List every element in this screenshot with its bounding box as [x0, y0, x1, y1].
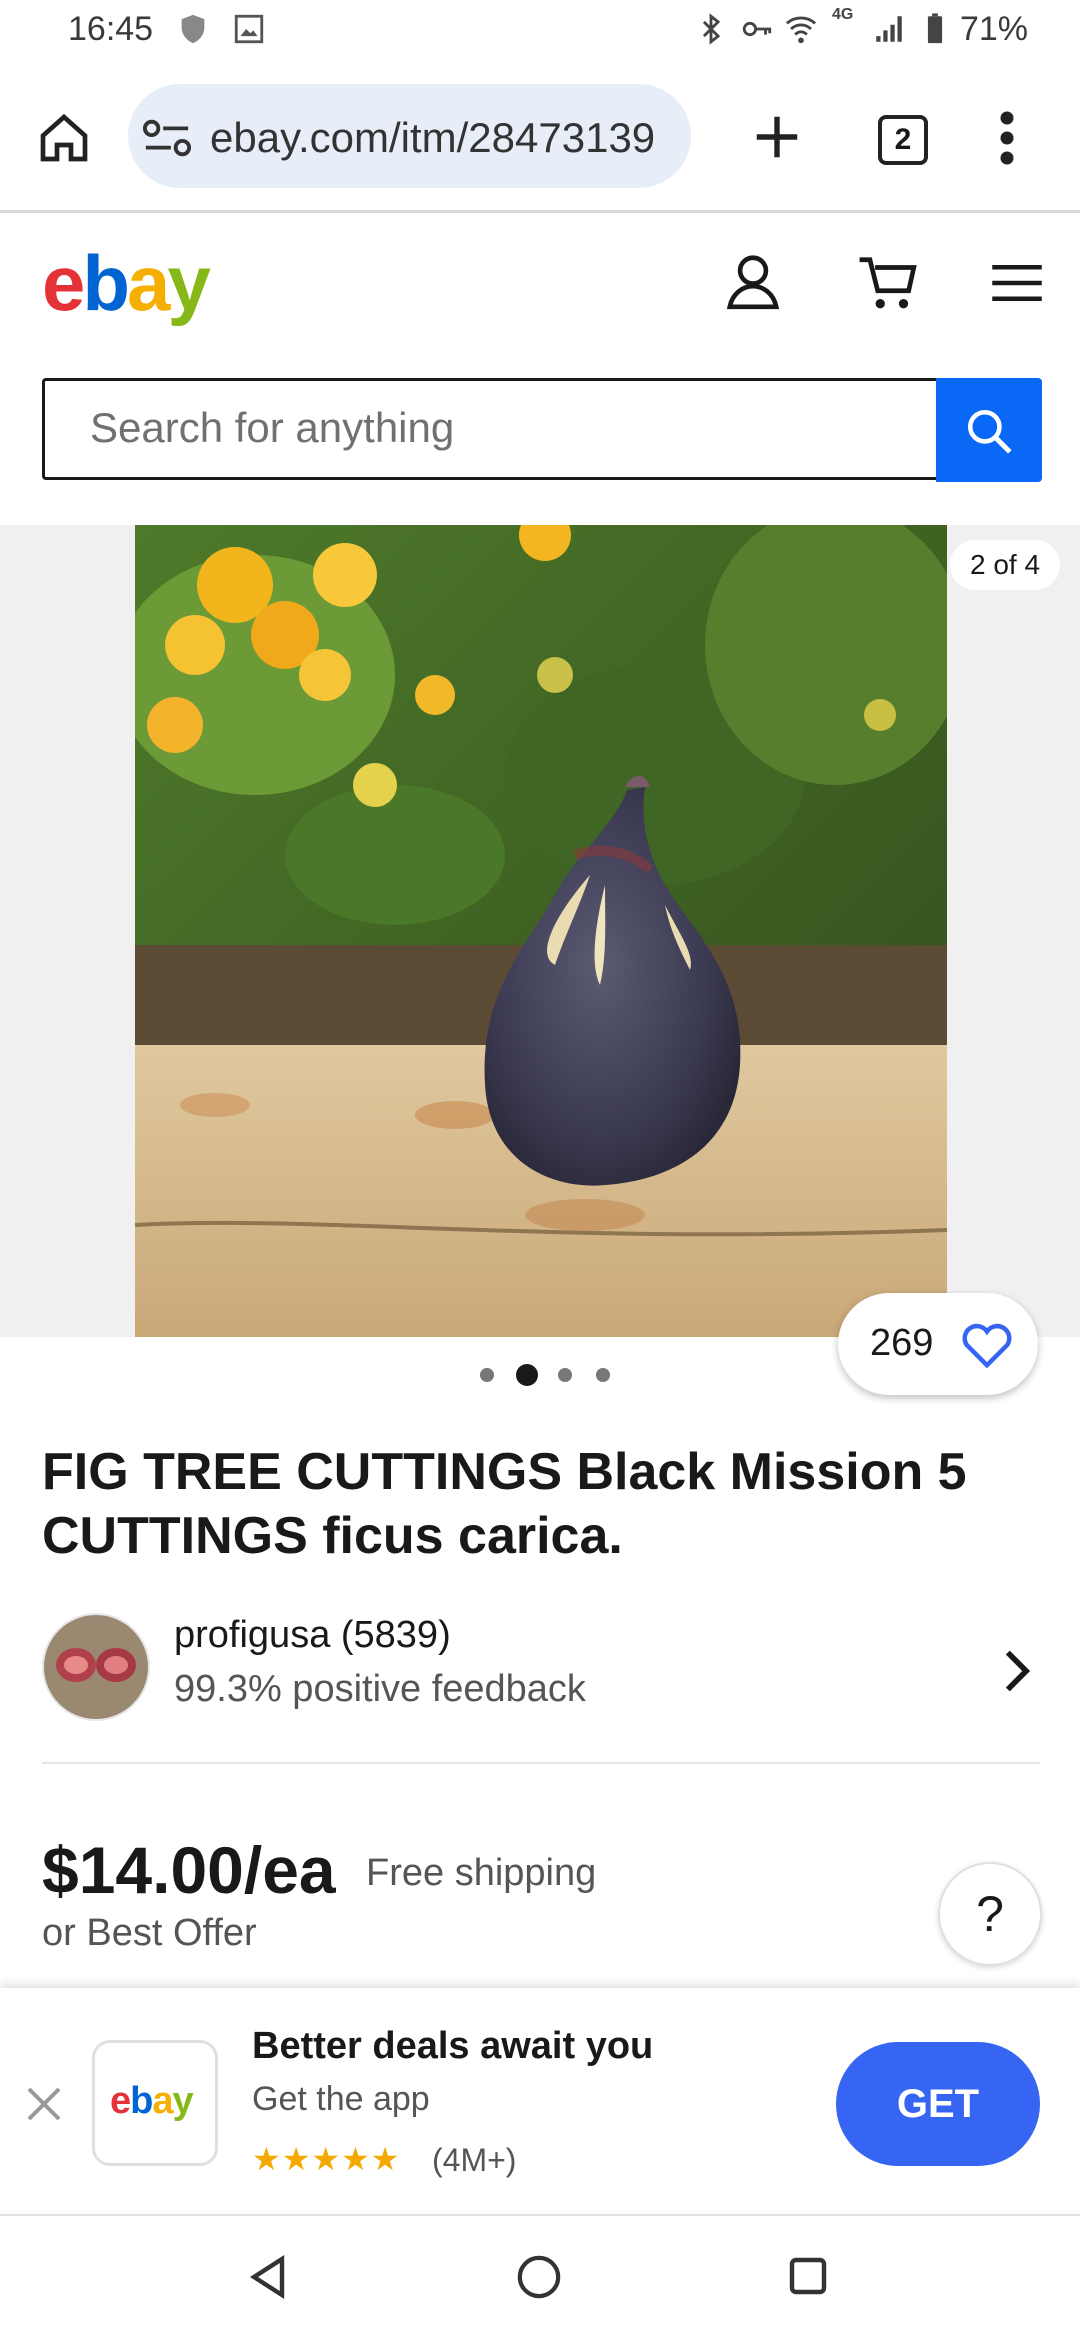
account-icon[interactable]	[722, 250, 784, 312]
rating-stars: ★★★★★	[252, 2141, 401, 2177]
signal-icon	[876, 16, 902, 42]
cart-icon[interactable]	[856, 252, 920, 314]
seller-name[interactable]: profigusa (5839)	[174, 1614, 451, 1657]
seller-avatar-image	[44, 1615, 148, 1719]
get-app-button[interactable]: GET	[836, 2042, 1040, 2166]
product-image[interactable]	[135, 525, 947, 1337]
divider	[42, 1762, 1040, 1764]
help-button[interactable]: ?	[938, 1862, 1042, 1966]
battery-icon	[927, 13, 943, 44]
battery-percent: 71%	[959, 10, 1028, 48]
shipping-info: Free shipping	[366, 1852, 597, 1894]
network-type: 4G	[832, 6, 854, 23]
home-icon[interactable]	[36, 110, 92, 166]
watch-count: 269	[870, 1322, 934, 1364]
gallery-icon	[234, 14, 264, 44]
tab-switcher[interactable]: 2	[878, 115, 928, 165]
heart-icon[interactable]	[960, 1320, 1014, 1370]
status-time: 16:45	[68, 10, 154, 48]
wifi-icon	[785, 16, 817, 44]
new-tab-icon[interactable]	[750, 110, 804, 164]
search-button[interactable]	[936, 378, 1042, 482]
status-bar: 16:45 4G 71%	[0, 0, 1080, 62]
back-nav-icon[interactable]	[248, 2255, 288, 2299]
shield-icon	[181, 14, 205, 44]
fig-photo	[135, 525, 947, 1337]
search-placeholder: Search for anything	[90, 404, 455, 451]
hamburger-menu-icon[interactable]	[990, 260, 1044, 306]
carousel-dot[interactable]	[596, 1368, 610, 1382]
app-logo-text: ebay	[110, 2080, 194, 2122]
site-settings-icon[interactable]	[142, 118, 192, 158]
search-icon	[967, 409, 1012, 454]
seller-feedback: 99.3% positive feedback	[174, 1668, 586, 1710]
rating-count: (4M+)	[432, 2142, 517, 2178]
banner-subtitle: Get the app	[252, 2080, 430, 2118]
recents-nav-icon[interactable]	[788, 2256, 828, 2296]
url-text[interactable]: ebay.com/itm/28473139	[210, 114, 675, 162]
ebay-logo[interactable]: ebay	[42, 238, 211, 329]
key-icon	[742, 21, 772, 37]
bluetooth-icon	[702, 13, 721, 45]
best-offer-text: or Best Offer	[42, 1912, 257, 1954]
carousel-dot[interactable]	[480, 1368, 494, 1382]
close-icon[interactable]	[24, 2084, 64, 2124]
carousel-dot[interactable]	[558, 1368, 572, 1382]
home-nav-icon[interactable]	[516, 2254, 562, 2300]
carousel-dot-active[interactable]	[516, 1364, 538, 1386]
seller-avatar[interactable]	[42, 1613, 150, 1721]
image-counter: 2 of 4	[950, 540, 1060, 590]
chevron-right-icon[interactable]	[1000, 1648, 1034, 1694]
listing-title: FIG TREE CUTTINGS Black Mission 5 CUTTIN…	[42, 1443, 967, 1565]
price: $14.00/ea	[42, 1833, 336, 1907]
more-menu-icon[interactable]	[990, 108, 1024, 168]
banner-title: Better deals await you	[252, 2025, 654, 2067]
